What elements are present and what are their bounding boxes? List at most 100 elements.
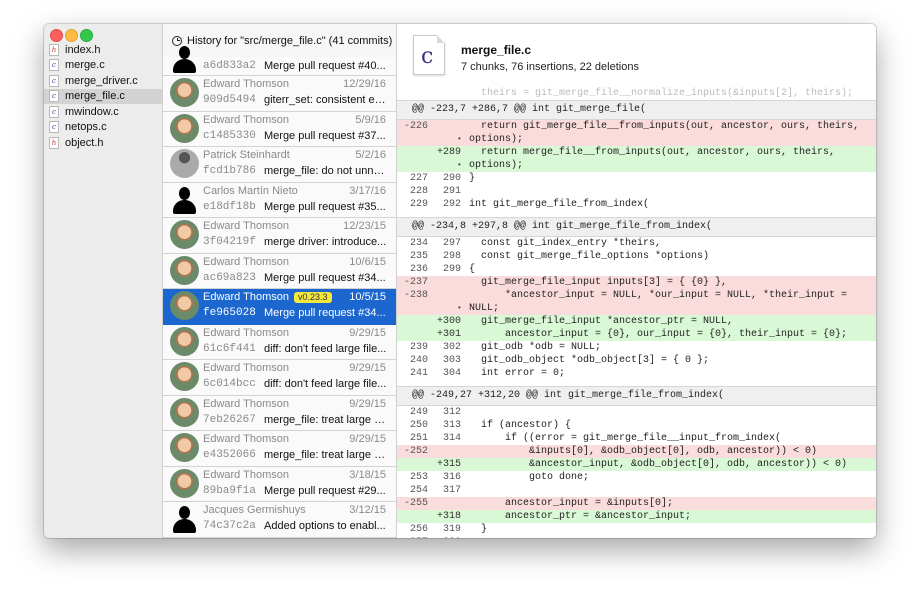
commit-author: Edward Thomson [203, 433, 290, 445]
new-line-number: 314 [442, 433, 461, 444]
deleted-line: -238 *ancestor_input = NULL, *our_input … [397, 289, 876, 302]
new-line-number [428, 159, 461, 172]
file-name: mwindow.c [65, 105, 119, 118]
deleted-line: -252 &inputs[0], &odb_object[0], odb, an… [397, 445, 876, 458]
deleted-line: -255 ancestor_input = &inputs[0]; [397, 497, 876, 510]
commit-row[interactable]: Jacques Germishuys 3/12/15 74c37c2a Added o… [163, 502, 396, 538]
commit-list: a6d833a2 Merge pull request #40... Edward … [163, 46, 396, 538]
deleted-line: -226 return git_merge_file__from_inputs(… [397, 120, 876, 133]
new-line-number: 317 [442, 485, 461, 496]
default-avatar-icon [170, 44, 199, 73]
code-text: int git_merge_file_from_index( [469, 199, 650, 210]
diff-line: 256 319 } [397, 523, 876, 536]
code-text: git_odb *odb = NULL; [469, 342, 602, 353]
file-item[interactable]: c netops.c [44, 120, 162, 136]
avatar [170, 468, 199, 498]
commit-row[interactable]: Carlos Martín Nieto 3/17/16 e18df18b Merge … [163, 182, 396, 218]
old-line-number: 235 [409, 251, 428, 262]
commit-row[interactable]: a6d833a2 Merge pull request #40... [163, 46, 396, 76]
old-line-number: -237 [403, 277, 428, 288]
commit-date: 9/29/15 [349, 362, 386, 374]
new-line-number: 291 [442, 186, 461, 197]
new-line-number: 298 [442, 251, 461, 262]
commit-row[interactable]: Edward Thomson 3/18/15 89ba9f1a Merge pull … [163, 466, 396, 502]
commit-row[interactable]: Patrick Steinhardt 5/2/16 fcd1b786 merge_fi… [163, 147, 396, 183]
commit-date: 12/29/16 [343, 78, 386, 90]
new-line-number: 303 [442, 355, 461, 366]
commit-message: Merge pull request #40... [264, 60, 386, 72]
history-title: History for "src/merge_file.c" (41 commi… [187, 34, 393, 47]
commit-row[interactable]: Edward Thomson 10/6/15 ac69a823 Merge pull … [163, 253, 396, 289]
commit-row[interactable]: Edward Thomson 9/29/15 61c6f441 diff: don't… [163, 324, 396, 360]
file-name: object.h [65, 136, 104, 149]
commit-row[interactable]: Edward Thomson 10/5/15 v0.23.3 fe965028 Merg… [163, 289, 396, 325]
commit-date: 9/29/15 [349, 433, 386, 445]
code-text: int error = 0; [469, 368, 566, 379]
file-item[interactable]: c merge_driver.c [44, 73, 162, 89]
commit-message: merge_file: do not unne... [264, 165, 387, 177]
commit-message: Merge pull request #34... [264, 271, 386, 284]
file-item[interactable]: h object.h [44, 135, 162, 151]
code-text: options); [469, 134, 524, 145]
diff-line: 253 316 goto done; [397, 471, 876, 484]
code-text: git_merge_file_input inputs[3] = { {0} }… [469, 277, 728, 288]
code-text: git_merge_file_input *ancestor_ptr = NUL… [469, 316, 734, 327]
added-line: +301 ancestor_input = {0}, our_input = {… [397, 328, 876, 341]
old-line-number [397, 458, 428, 471]
file-item[interactable]: h index.h [44, 42, 162, 58]
commit-hash: e18df18b [203, 200, 256, 213]
new-line-number: 313 [442, 420, 461, 431]
commit-message: merge_file: treat large fil... [264, 449, 387, 461]
diff-line: 240 303 git_odb_object *odb_object[3] = {… [397, 354, 876, 367]
diff-stats: 7 chunks, 76 insertions, 22 deletions [461, 61, 639, 73]
diff-view[interactable]: theirs = git_merge_file__normalize_input… [397, 87, 876, 538]
commit-message: Added options to enabl... [264, 520, 386, 532]
code-text: if (ancestor) { [469, 420, 572, 431]
avatar [170, 149, 199, 178]
commit-row[interactable]: Edward Thomson 12/23/15 3f04219f merge driv… [163, 218, 396, 254]
new-line-number [428, 276, 461, 289]
commit-hash: 7eb26267 [203, 413, 256, 426]
default-avatar-icon [170, 185, 199, 214]
diff-line: 235 298 const git_merge_file_options *opt… [397, 250, 876, 263]
diff-line: 234 297 const git_index_entry *theirs, [397, 237, 876, 250]
close-button[interactable] [50, 29, 63, 42]
code-text: git_odb_object *odb_object[3] = { 0 }; [469, 355, 710, 366]
commit-row[interactable]: Edward Thomson 5/9/16 c1485330 Merge pull r… [163, 111, 396, 147]
new-line-number [428, 120, 461, 133]
old-line-number: -252 [403, 446, 428, 457]
zoom-button[interactable] [80, 29, 93, 42]
commit-row[interactable]: Edward Thomson 9/29/15 e4352066 merge_file:… [163, 431, 396, 467]
commit-hash: 74c37c2a [203, 520, 256, 532]
commit-author: Patrick Steinhardt [203, 149, 290, 161]
default-avatar-icon [170, 504, 199, 533]
old-line-number: 240 [409, 355, 428, 366]
file-item[interactable]: c merge_file.c [44, 88, 162, 104]
deleted-line: -237 git_merge_file_input inputs[3] = { … [397, 276, 876, 289]
commit-message: Merge pull request #37... [264, 129, 386, 142]
minimize-button[interactable] [65, 29, 78, 42]
c-file-icon: c [413, 35, 445, 75]
file-item[interactable]: c merge.c [44, 58, 162, 74]
code-text: { [469, 264, 476, 275]
avatar [170, 433, 199, 462]
avatar [170, 326, 199, 356]
c-file-icon: c [49, 105, 59, 118]
old-line-number: 251 [409, 433, 428, 444]
commit-hash: 89ba9f1a [203, 484, 256, 497]
header-file-icon: h [49, 136, 59, 149]
c-file-icon: c [49, 59, 59, 72]
code-text: ancestor_ptr = &ancestor_input; [469, 511, 692, 522]
file-item[interactable]: c mwindow.c [44, 104, 162, 120]
avatar [170, 78, 199, 107]
version-tag: v0.23.3 [294, 292, 332, 303]
commit-author: Edward Thomson [203, 397, 290, 410]
commit-author: Edward Thomson [203, 220, 290, 232]
deleted-line: options); [397, 133, 876, 146]
old-line-number [397, 315, 428, 328]
commit-row[interactable]: Edward Thomson 12/29/16 909d5494 giterr_set… [163, 76, 396, 112]
commit-row[interactable]: Edward Thomson 9/29/15 7eb26267 merge_file:… [163, 395, 396, 431]
commit-row[interactable]: Edward Thomson 9/29/15 6c014bcc diff: don't… [163, 360, 396, 396]
